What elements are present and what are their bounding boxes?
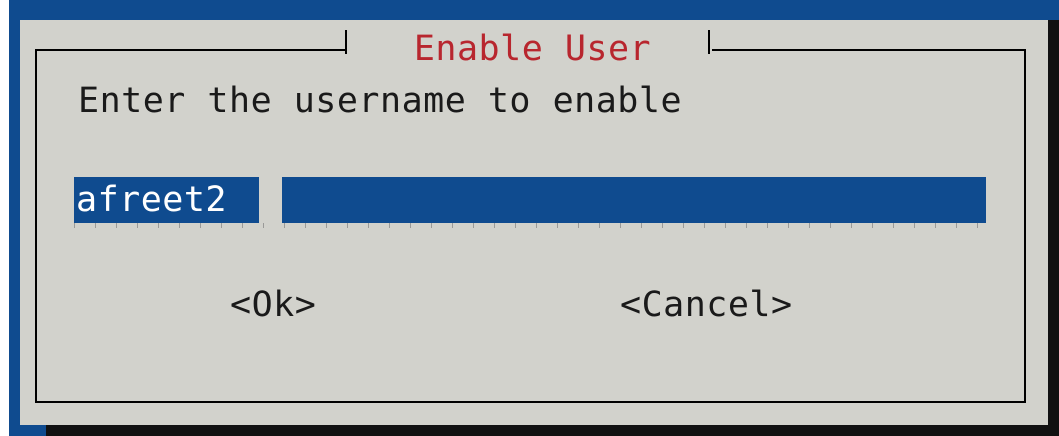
text-cursor [259, 177, 282, 223]
username-input-value: afreet2 [76, 180, 228, 220]
terminal-screen: Enable User Enter the username to enable… [0, 0, 1059, 436]
input-underline [74, 223, 986, 228]
dialog-title: Enable User [413, 29, 652, 69]
enable-user-dialog: Enable User Enter the username to enable… [20, 20, 1048, 425]
title-bracket-right [708, 30, 710, 54]
dialog-shadow-right [1048, 20, 1059, 436]
title-bracket-left [345, 30, 347, 54]
username-input[interactable]: afreet2 [74, 177, 986, 223]
cancel-button[interactable]: <Cancel> [620, 282, 793, 328]
ok-button[interactable]: <Ok> [230, 282, 316, 328]
dialog-prompt: Enter the username to enable [78, 81, 683, 121]
dialog-shadow-bottom [46, 425, 1059, 436]
